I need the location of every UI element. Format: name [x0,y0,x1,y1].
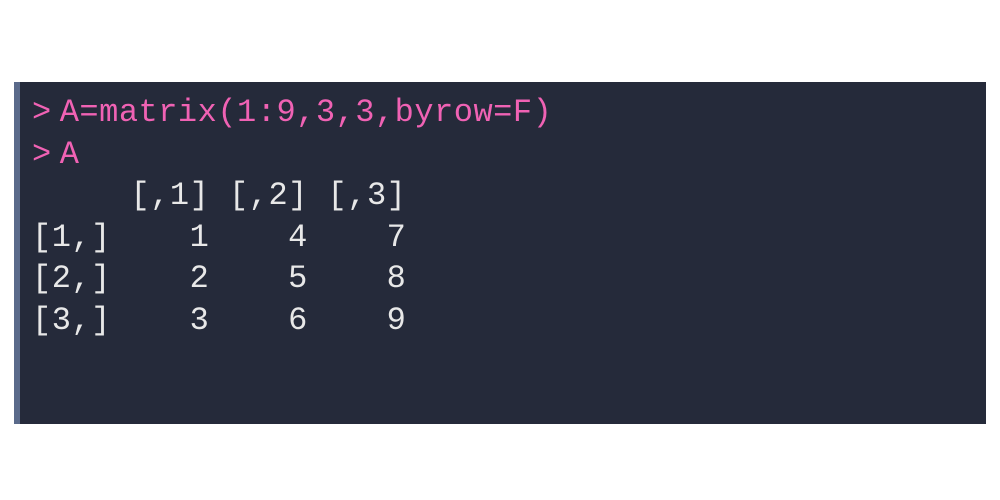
matrix-data-row: [3,] 3 6 9 [32,300,974,342]
matrix-header-row: [,1] [,2] [,3] [32,175,974,217]
matrix-data-row: [2,] 2 5 8 [32,258,974,300]
console-input-line: > A [32,134,974,176]
command-text: A [60,134,80,176]
prompt-symbol: > [32,134,52,176]
r-console[interactable]: > A=matrix(1:9,3,3,byrow=F) > A [,1] [,2… [14,82,986,424]
command-text: A=matrix(1:9,3,3,byrow=F) [60,92,553,134]
matrix-data-row: [1,] 1 4 7 [32,217,974,259]
prompt-symbol: > [32,92,52,134]
console-input-line: > A=matrix(1:9,3,3,byrow=F) [32,92,974,134]
